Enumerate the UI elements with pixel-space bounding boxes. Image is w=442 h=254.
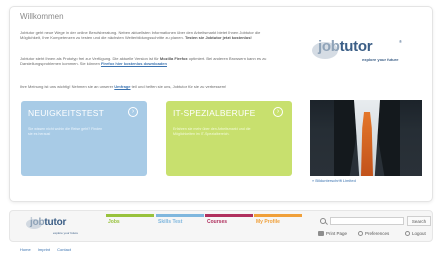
survey-link[interactable]: Umfrage (114, 84, 130, 89)
nav-jobtutor-logo[interactable]: jobtutor explore your future (26, 213, 86, 239)
jobtutor-logo: jobtutor ® explore your future (308, 38, 413, 68)
footer-link-imprint[interactable]: Imprint (38, 247, 50, 252)
footer-link-home[interactable]: Home (20, 247, 31, 252)
logo-registered-mark: ® (399, 39, 402, 44)
power-icon (405, 231, 410, 236)
footer-links: Home Imprint Contact (20, 247, 77, 252)
logo-tagline: explore your future (53, 231, 79, 235)
tab-jobs[interactable]: Jobs (106, 214, 154, 240)
tab-my-profile[interactable]: My Profile (254, 214, 302, 240)
preferences-link[interactable]: Preferences (358, 231, 389, 236)
businessman-photo (310, 100, 422, 176)
search-button[interactable]: Search (407, 216, 431, 226)
promo-title: IT-SPEZIALBERUFE (173, 108, 256, 118)
promo-description: Sie wissen nicht wohin die Reise geht? F… (28, 127, 103, 136)
firefox-download-link[interactable]: Firefox hier kostenlos downloaden (101, 61, 167, 66)
survey-text-2: teil und helfen sie uns, Jobtutor für si… (131, 84, 227, 89)
promo-card-it-spezialberufe[interactable]: IT-SPEZIALBERUFE › Erfahren sie mehr übe… (166, 101, 292, 176)
search-input[interactable] (330, 217, 404, 225)
printer-icon (318, 231, 324, 236)
search-icon (320, 218, 326, 224)
logout-link[interactable]: Logout (405, 231, 426, 236)
browser-note: Jobtutor steht Ihnen als Prototyp frei z… (20, 56, 270, 66)
intro-cta-text: Testen sie Jobtutor jetzt kostenlos! (184, 35, 252, 41)
promo-card-neuigkeitstest[interactable]: NEUIGKEITSTEST › Sie wissen nicht wohin … (21, 101, 147, 176)
logo-wordmark: jobtutor (30, 217, 67, 228)
logo-wordmark: jobtutor (318, 38, 373, 55)
gear-icon (358, 231, 363, 236)
photo-credit-link[interactable]: » Bildunterschrift Limited (312, 178, 356, 183)
survey-note: Ihre Meinung ist uns wichtig! Nehmen sie… (20, 84, 270, 89)
survey-text: Ihre Meinung ist uns wichtig! Nehmen sie… (20, 84, 114, 89)
promo-description: Erfahren sie mehr über den Arbeitsmarkt … (173, 127, 251, 136)
footer-link-contact[interactable]: Contact (57, 247, 71, 252)
arrow-right-icon[interactable]: › (273, 107, 283, 117)
page-title: Willkommen (20, 12, 64, 21)
arrow-right-icon[interactable]: › (128, 107, 138, 117)
promo-title: NEUIGKEITSTEST (28, 108, 105, 118)
print-page-link[interactable]: Print Page (318, 231, 347, 236)
tab-skills-test[interactable]: Skills Test (156, 214, 204, 240)
intro-paragraph: Jobtutor geht neue Wege in der online Be… (20, 30, 270, 40)
logo-tagline: explore your future (362, 57, 399, 62)
tab-courses[interactable]: Courses (205, 214, 253, 240)
